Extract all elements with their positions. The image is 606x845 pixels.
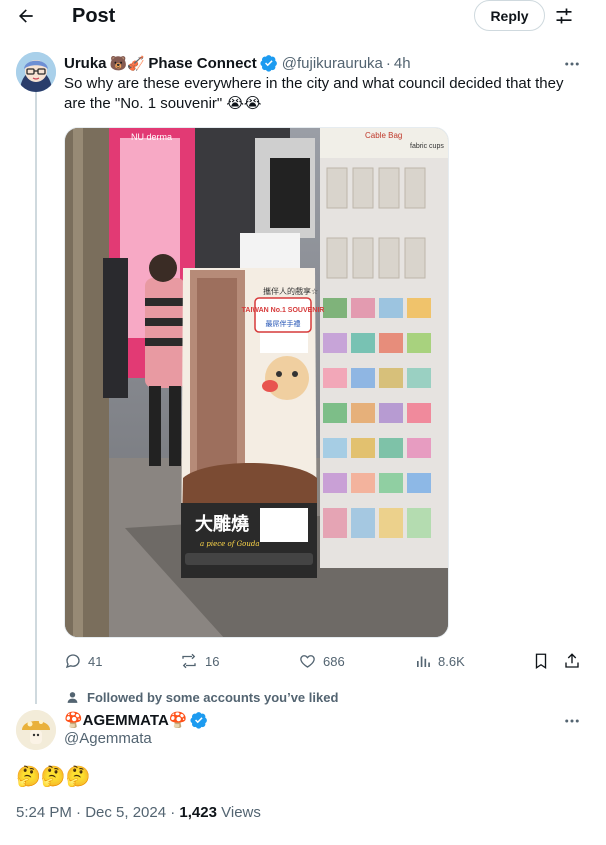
tune-button[interactable] (552, 4, 576, 28)
more-dots-icon (565, 62, 579, 66)
sign-top-text: 攜伴人的戲享☆ (263, 286, 318, 296)
more-dots-icon (565, 719, 579, 723)
social-context: Followed by some accounts you’ve liked (66, 689, 338, 705)
shop-sign-cable: Cable Bag (365, 131, 402, 140)
verified-badge-icon (260, 54, 278, 72)
arrow-left-icon (19, 9, 33, 23)
views-action[interactable]: 8.6K (414, 650, 465, 672)
author-avatar[interactable] (16, 52, 56, 92)
repost-icon (182, 653, 196, 669)
reply-author-line: 🍄AGEMMATA🍄 (64, 710, 208, 730)
like-count: 686 (323, 653, 345, 669)
author-handle[interactable]: @fujikurauruka (282, 55, 383, 72)
sign-brand-text: 大雕燒 (195, 513, 249, 535)
reply-button[interactable]: Reply (474, 0, 545, 31)
reply-avatar-image (16, 710, 56, 750)
reply-text: 🤔🤔🤔 (16, 766, 91, 788)
reply-count: 41 (88, 653, 103, 669)
reply-author-name[interactable]: 🍄AGEMMATA🍄 (64, 711, 187, 729)
followed-note: Followed by some accounts you’ve liked (87, 689, 339, 705)
top-bar: Post Reply (0, 0, 606, 32)
person-icon (67, 691, 78, 703)
street-photo: NU derma Cable Bag fabric cups 攜伴人的戲享☆ T… (65, 128, 448, 637)
reply-views-count: 1,423 (179, 804, 217, 821)
page-title: Post (72, 5, 116, 27)
tweet-text: So why are these everywhere in the city … (64, 75, 564, 112)
meta-separator: · (385, 54, 391, 72)
author-line: Uruka 🐻🎻 Phase Connect @fujikurauruka · … (64, 53, 411, 73)
avatar-image (16, 52, 56, 92)
like-action[interactable]: 686 (298, 650, 345, 672)
post-timestamp: 5:24 PM · Dec 5, 2024 · 1,423 Views (16, 804, 261, 821)
views-count: 8.6K (438, 653, 465, 669)
tweet-photo[interactable]: NU derma Cable Bag fabric cups 攜伴人的戲享☆ T… (64, 127, 449, 638)
reply-more-options-button[interactable] (562, 711, 582, 731)
sign-brand-sub: a piece of Gouda (200, 540, 260, 548)
reply-author-avatar[interactable] (16, 710, 56, 750)
shop-sign-text: NU derma (131, 132, 172, 142)
bookmark-button[interactable] (532, 650, 550, 672)
thread-connector-line (35, 92, 37, 704)
bookmark-icon (535, 653, 547, 670)
post-time[interactable]: 4h (394, 55, 411, 72)
share-button[interactable] (563, 650, 581, 672)
timestamp-text[interactable]: 5:24 PM · Dec 5, 2024 · (16, 804, 179, 821)
tweet-actions: 41 16 686 8.6K (64, 650, 589, 672)
reply-views-label: Views (216, 804, 261, 821)
more-options-button[interactable] (562, 54, 582, 74)
bar-chart-icon (417, 656, 430, 667)
sliders-icon (556, 8, 572, 24)
reply-verified-badge-icon (190, 711, 208, 729)
reply-action[interactable]: 41 (64, 650, 102, 672)
back-button[interactable] (14, 4, 38, 28)
repost-count: 16 (205, 653, 220, 669)
author-name[interactable]: Uruka (64, 55, 107, 72)
shop-sign-fabric: fabric cups (410, 143, 444, 150)
author-emoji: 🐻🎻 (109, 54, 145, 71)
comment-icon (65, 654, 80, 669)
heart-icon (300, 655, 315, 668)
author-org[interactable]: Phase Connect (148, 55, 256, 72)
reply-author-handle[interactable]: @Agemmata (64, 730, 152, 747)
sign-subbadge-text: 最屌伴手禮 (266, 319, 301, 328)
repost-action[interactable]: 16 (179, 650, 219, 672)
share-icon (565, 653, 579, 668)
sign-badge-text: TAIWAN No.1 SOUVENIR (242, 307, 325, 314)
